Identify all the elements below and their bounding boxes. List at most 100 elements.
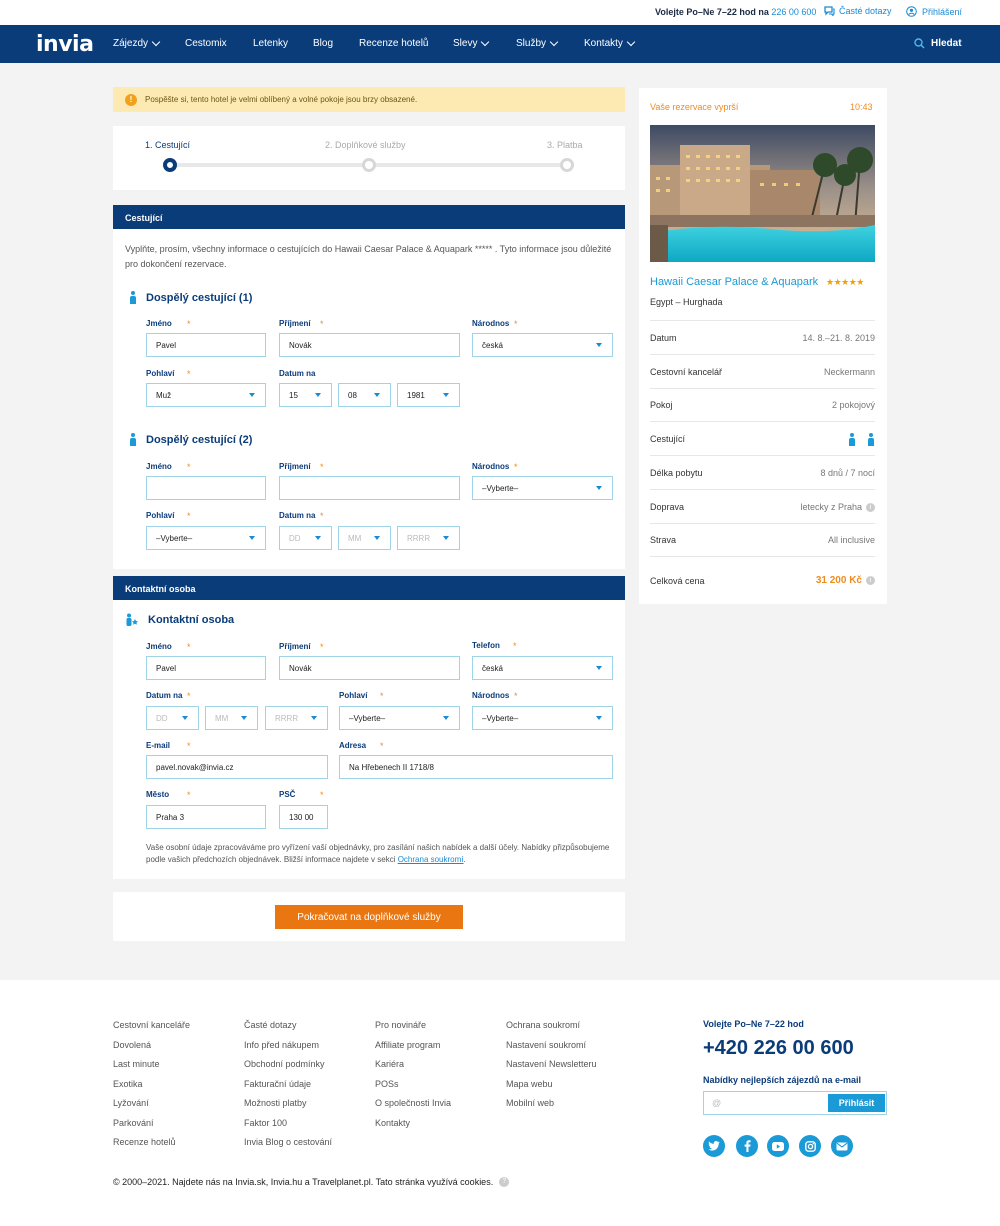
adult-2-last-name-input[interactable]	[279, 476, 460, 500]
info-icon[interactable]: ?	[499, 1177, 510, 1187]
contact-dob-year-select[interactable]: RRRR	[265, 706, 328, 730]
youtube-icon[interactable]	[767, 1135, 789, 1157]
login-link[interactable]: Přihlášení	[906, 6, 962, 17]
footer-link[interactable]: Ochrana soukromí	[506, 1020, 580, 1030]
dropdown-arrow-icon	[596, 716, 602, 720]
footer-link[interactable]: Kariéra	[375, 1059, 404, 1069]
footer-link[interactable]: Affiliate program	[375, 1040, 440, 1050]
call-phone-link[interactable]: 226 00 600	[771, 7, 816, 17]
contact-nationality-select[interactable]: –Vyberte–	[472, 706, 613, 730]
email-field[interactable]: pavel.novak@invia.cz	[146, 755, 328, 779]
total-label: Celková cena	[650, 575, 705, 586]
adult-1-last-name-input[interactable]: Novák	[279, 333, 460, 357]
footer-link[interactable]: Kontakty	[375, 1118, 410, 1128]
footer-link[interactable]: Lyžování	[113, 1098, 149, 1108]
contact-first-name-input[interactable]: Pavel	[146, 656, 266, 680]
facebook-icon[interactable]	[736, 1135, 758, 1157]
newsletter-input[interactable]: @	[712, 1098, 721, 1108]
select-value: česká	[482, 664, 503, 673]
contact-dob-day-select[interactable]: DD	[146, 706, 199, 730]
hotel-name[interactable]: Hawaii Caesar Palace & Aquapark	[650, 276, 818, 288]
nav-item-cestomix[interactable]: Cestomix	[185, 38, 227, 49]
footer-link[interactable]: Last minute	[113, 1059, 160, 1069]
contact-gender-select[interactable]: –Vyberte–	[339, 706, 460, 730]
footer-link[interactable]: Časté dotazy	[244, 1020, 297, 1030]
nav-item-letenky[interactable]: Letenky	[253, 38, 288, 49]
summary-row-transport: Doprava letecky z Praha i	[650, 491, 875, 524]
chat-icon	[824, 6, 835, 16]
footer-link[interactable]: Exotika	[113, 1079, 143, 1089]
footer-link[interactable]: Možnosti platby	[244, 1098, 307, 1108]
dropdown-arrow-icon	[596, 343, 602, 347]
nav-item-kontakty[interactable]: Kontakty	[584, 37, 636, 49]
zip-field[interactable]: 130 00	[279, 805, 328, 829]
adult-1-dob-year-select[interactable]: 1981	[397, 383, 460, 407]
chevron-down-icon	[549, 37, 559, 46]
adult-2-dob-year-select[interactable]: RRRR	[397, 526, 460, 550]
dropdown-arrow-icon	[374, 393, 380, 397]
top-bar: Volejte Po–Ne 7–22 hod na 226 00 600 Čas…	[0, 0, 1000, 25]
select-value: DD	[289, 534, 301, 543]
nav-item-slevy[interactable]: Slevy	[453, 37, 490, 49]
subscribe-button[interactable]: Přihlásit	[828, 1094, 885, 1112]
adult-1-dob-day-select[interactable]: 15	[279, 383, 332, 407]
privacy-link[interactable]: Ochrana soukromí	[398, 855, 464, 864]
contact-dob-month-select[interactable]: MM	[205, 706, 258, 730]
city-field[interactable]: Praha 3	[146, 805, 266, 829]
dropdown-arrow-icon	[311, 716, 317, 720]
email-icon[interactable]	[831, 1135, 853, 1157]
step-1-indicator[interactable]	[163, 158, 177, 172]
adult-2-first-name-input[interactable]	[146, 476, 266, 500]
adult-2-dob-day-select[interactable]: DD	[279, 526, 332, 550]
address-label: Adresa	[339, 741, 367, 750]
footer-link[interactable]: Dovolená	[113, 1040, 151, 1050]
adult-1-gender-select[interactable]: Muž	[146, 383, 266, 407]
copyright: © 2000–2021. Najdete nás na Invia.sk, In…	[113, 1177, 510, 1187]
adult-1-dob-month-select[interactable]: 08	[338, 383, 391, 407]
nav-item-blog[interactable]: Blog	[313, 38, 333, 49]
privacy-note-end: .	[463, 855, 466, 864]
footer-link[interactable]: Cestovní kanceláře	[113, 1020, 190, 1030]
footer-link[interactable]: O společnosti Invia	[375, 1098, 451, 1108]
footer-link[interactable]: Obchodní podmínky	[244, 1059, 325, 1069]
footer-link[interactable]: Invia Blog o cestování	[244, 1137, 332, 1147]
address-field[interactable]: Na Hřebenech II 1718/8	[339, 755, 613, 779]
required-mark: *	[320, 790, 324, 800]
required-mark: *	[380, 741, 384, 751]
footer-link[interactable]: Nastavení Newsletteru	[506, 1059, 597, 1069]
total-value-wrap: 31 200 Kč i	[816, 575, 875, 586]
instagram-icon[interactable]	[799, 1135, 821, 1157]
contact-phone-country-select[interactable]: česká	[472, 656, 613, 680]
info-icon[interactable]: i	[866, 502, 875, 512]
invia-logo[interactable]: invia	[36, 32, 94, 57]
footer-link[interactable]: Pro novináře	[375, 1020, 426, 1030]
nav-item-recenze[interactable]: Recenze hotelů	[359, 38, 429, 49]
adult-2-gender-select[interactable]: –Vyberte–	[146, 526, 266, 550]
footer-link[interactable]: Nastavení soukromí	[506, 1040, 586, 1050]
faq-link[interactable]: Časté dotazy	[824, 6, 892, 16]
adult-2-nationality-select[interactable]: –Vyberte–	[472, 476, 613, 500]
adult-1-first-name-input[interactable]: Pavel	[146, 333, 266, 357]
footer-phone[interactable]: +420 226 00 600	[703, 1037, 854, 1060]
newsletter-label: Nabídky nejlepších zájezdů na e-mail	[703, 1075, 862, 1085]
nav-item-zajezdy[interactable]: Zájezdy	[113, 37, 161, 49]
footer-link[interactable]: Info před nákupem	[244, 1040, 319, 1050]
adult-1-nationality-select[interactable]: česká	[472, 333, 613, 357]
adult-2-dob-month-select[interactable]: MM	[338, 526, 391, 550]
footer-link[interactable]: Mapa webu	[506, 1079, 553, 1089]
required-mark: *	[320, 319, 324, 329]
footer-link[interactable]: Recenze hotelů	[113, 1137, 176, 1147]
info-icon[interactable]: i	[866, 576, 875, 585]
footer-link[interactable]: Faktor 100	[244, 1118, 287, 1128]
summary-total: Celková cena 31 200 Kč i	[650, 564, 875, 597]
search-button[interactable]: Hledat	[914, 38, 962, 49]
twitter-icon[interactable]	[703, 1135, 725, 1157]
footer-link[interactable]: Fakturační údaje	[244, 1079, 311, 1089]
continue-button[interactable]: Pokračovat na doplňkové služby	[275, 905, 463, 929]
contact-last-name-input[interactable]: Novák	[279, 656, 460, 680]
footer-link[interactable]: Mobilní web	[506, 1098, 554, 1108]
footer-link[interactable]: POSs	[375, 1079, 399, 1089]
row-value: 8 dnů / 7 nocí	[820, 468, 875, 478]
nav-item-sluzby[interactable]: Služby	[516, 37, 559, 49]
footer-link[interactable]: Parkování	[113, 1118, 154, 1128]
